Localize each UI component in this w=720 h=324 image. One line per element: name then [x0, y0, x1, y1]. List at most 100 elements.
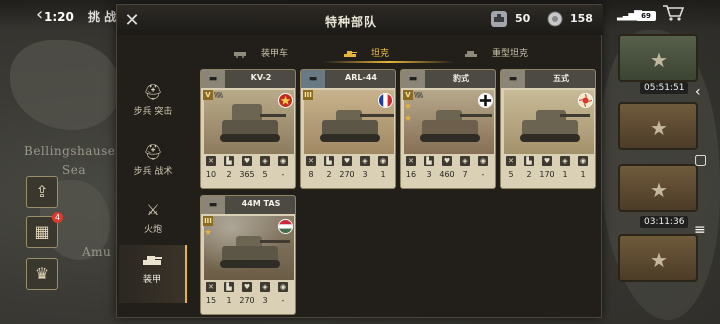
armor-icon: ◈: [260, 282, 270, 292]
stat-sight: 1: [380, 170, 386, 179]
map-label-sea: Bellingshausen: [24, 144, 124, 158]
nav-home-icon[interactable]: ▢: [694, 152, 707, 168]
stat-attack: 16: [405, 170, 417, 179]
helmet-icon: ⛑: [143, 143, 163, 161]
stat-sight: 1: [580, 170, 586, 179]
active-tab-indicator: [324, 61, 454, 63]
health-icon: ♥: [342, 156, 352, 166]
supply-crate-3[interactable]: ★: [618, 164, 698, 212]
armor-icon: ◈: [260, 156, 270, 166]
armor-icon: ◈: [560, 156, 570, 166]
soviet-flag-icon: [278, 93, 293, 108]
sight-icon: ◉: [478, 156, 488, 166]
dialog-title: 特种部队: [325, 15, 378, 29]
rank-badge: V: [403, 90, 413, 100]
sidebar-item-infantry-assault[interactable]: ⛑ 步兵 突击: [119, 77, 187, 133]
map-label-amu: Amu: [82, 245, 112, 259]
unit-card-panther[interactable]: ▬ 豹式 V \\\\\\ ★ ★ ✕ ▙ ♥ ◈ ◉ 16 3 460 7 -: [400, 69, 496, 189]
sidebar-item-label: 火炮: [143, 225, 162, 235]
health-icon: ♥: [542, 156, 552, 166]
unit-card-type5[interactable]: ▬ 五式 ✕ ▙ ♥ ◈ ◉ 5 2 170 1 1: [500, 69, 596, 189]
stat-health: 365: [239, 170, 255, 179]
star-icon: ★: [404, 114, 413, 124]
nav-menu-icon[interactable]: ≡: [694, 222, 706, 238]
artillery-icon: ⚔: [146, 201, 160, 219]
stat-armor: 1: [562, 170, 568, 179]
battery-icon: 69: [636, 11, 656, 21]
tank-icon: ▬: [301, 70, 325, 88]
stat-armor: 3: [362, 170, 368, 179]
unit-name: 44M TAS: [241, 199, 281, 208]
tank-ticket-count: 50: [515, 12, 531, 25]
star-icon: ★: [650, 48, 668, 72]
category-sidebar: ⛑ 步兵 突击 ⛑ 步兵 战术 ⚔ 火炮 装甲: [119, 69, 187, 315]
stat-attack: 8: [308, 170, 314, 179]
map-label-sea2: Sea: [62, 163, 86, 177]
sidebar-item-artillery[interactable]: ⚔ 火炮: [119, 195, 187, 251]
boot-icon: ▙: [424, 156, 434, 166]
boot-icon: ▙: [524, 156, 534, 166]
armor-icon: ◈: [460, 156, 470, 166]
stat-move: 3: [426, 170, 432, 179]
stat-attack: 15: [205, 296, 217, 305]
sidebar-item-armor[interactable]: 装甲: [119, 245, 187, 303]
shop-cart-icon[interactable]: [662, 4, 684, 22]
stat-attack: 10: [205, 170, 217, 179]
crate-timer-2: 03:11:36: [640, 216, 689, 228]
stat-sight: -: [481, 170, 485, 179]
sidebar-item-label: 步兵 突击: [133, 107, 173, 117]
tab-armored-car[interactable]: 装甲车: [234, 43, 288, 65]
stat-sight: -: [281, 296, 285, 305]
tab-label: 坦克: [371, 49, 390, 59]
attack-icon: ✕: [206, 282, 216, 292]
star-icon: ★: [204, 228, 213, 238]
stat-move: 2: [326, 170, 332, 179]
unit-card-44m-tas[interactable]: ▬ 44M TAS III ★ ✕ ▙ ♥ ◈ ◉ 15 1 270 3 -: [200, 195, 296, 315]
supply-crate-1[interactable]: ★: [618, 34, 698, 82]
unit-card-arl44[interactable]: ▬ ARL-44 III ✕ ▙ ♥ ◈ ◉ 8 2 270 3 1: [300, 69, 396, 189]
clock: 1:20: [44, 10, 74, 24]
stat-move: 1: [226, 296, 232, 305]
hungary-flag-icon: [278, 219, 293, 234]
supply-crate-2[interactable]: ★: [618, 102, 698, 150]
stat-sight: -: [281, 170, 285, 179]
tank-icon: ▬: [401, 70, 425, 88]
armor-icon: ◈: [360, 156, 370, 166]
stat-move: 2: [226, 170, 232, 179]
star-icon: ★: [650, 178, 668, 202]
attack-icon: ✕: [206, 156, 216, 166]
supply-crate-4[interactable]: ★: [618, 234, 698, 282]
share-button[interactable]: ⇪: [26, 176, 58, 208]
close-icon[interactable]: ✕: [121, 11, 143, 31]
stat-value-row: 16 3 460 7 -: [404, 170, 494, 182]
tank-icon: [344, 51, 357, 57]
unit-name: KV-2: [250, 73, 272, 82]
stat-health: 460: [439, 170, 455, 179]
rank-badge: III: [303, 90, 313, 100]
sidebar-item-infantry-tactics[interactable]: ⛑ 步兵 战术: [119, 137, 187, 193]
tank-icon: ▬: [201, 196, 225, 214]
tank-ticket-icon: [491, 11, 507, 27]
star-icon: ★: [650, 248, 668, 272]
stat-value-row: 8 2 270 3 1: [304, 170, 394, 182]
stat-attack: 5: [508, 170, 514, 179]
sight-icon: ◉: [278, 282, 288, 292]
boot-icon: ▙: [224, 282, 234, 292]
trophy-button[interactable]: ♛: [26, 258, 58, 290]
special-forces-dialog: ✕ 特种部队 50 158 装甲车 坦克 重型坦克 ⛑ 步兵 突击 ⛑ 步兵 战…: [116, 4, 603, 318]
medal-icon: [547, 11, 563, 27]
tab-label: 重型坦克: [492, 49, 529, 59]
france-flag-icon: [378, 93, 393, 108]
back-arrow-icon[interactable]: ‹: [36, 4, 43, 25]
unit-name: 五式: [553, 74, 569, 83]
rank-stripes-icon: \\\\\\: [214, 91, 223, 99]
stat-health: 270: [339, 170, 355, 179]
unit-card-kv2[interactable]: ▬ KV-2 V \\\\\\ ✕ ▙ ♥ ◈ ◉ 10 2 365 5 -: [200, 69, 296, 189]
nav-back-icon[interactable]: ‹: [695, 84, 701, 100]
boot-icon: ▙: [224, 156, 234, 166]
tab-heavy-tank[interactable]: 重型坦克: [465, 43, 529, 65]
rank-stripes-icon: \\\\\\: [414, 91, 423, 99]
stat-icon-row: ✕ ▙ ♥ ◈ ◉: [504, 156, 594, 167]
star-icon: ★: [404, 102, 413, 112]
rank-badge: III: [203, 216, 213, 226]
